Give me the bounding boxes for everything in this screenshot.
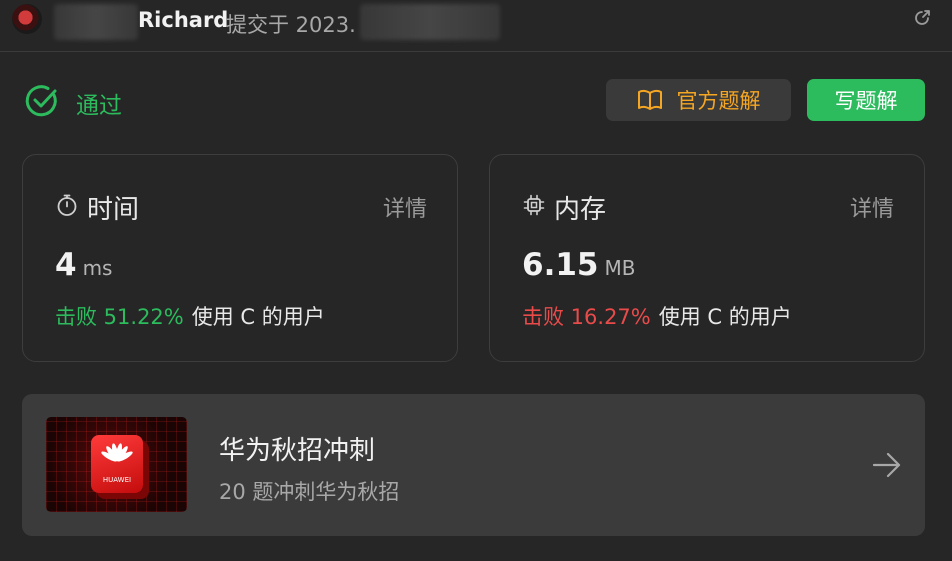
avatar[interactable] (12, 4, 42, 34)
memory-detail-link[interactable]: 详情 (850, 191, 894, 223)
write-solution-label: 写题解 (834, 89, 898, 113)
arrow-right-icon[interactable] (872, 452, 902, 478)
runtime-unit: ms (82, 256, 113, 280)
official-solution-button[interactable]: 官方题解 (606, 79, 791, 121)
promo-image: HUAWEI (46, 417, 187, 512)
huawei-logo-text: HUAWEI (102, 476, 132, 484)
promo-subtitle: 20 题冲刺华为秋招 (219, 480, 400, 504)
submission-header: Richard 提交于 2023. (0, 0, 952, 52)
runtime-detail-link[interactable]: 详情 (383, 191, 427, 223)
memory-card: 内存 详情 6.15 MB 击败 16.27% 使用 C 的用户 (489, 154, 925, 362)
redacted-name (54, 4, 138, 40)
promo-banner[interactable]: HUAWEI 华为秋招冲刺 20 题冲刺华为秋招 (22, 394, 925, 536)
runtime-value: 4 (55, 247, 77, 283)
memory-beat-suffix: 使用 C 的用户 (658, 305, 792, 329)
write-solution-button[interactable]: 写题解 (807, 79, 925, 121)
runtime-value-row: 4 ms (55, 247, 112, 283)
username[interactable]: Richard (138, 8, 228, 32)
promo-title: 华为秋招冲刺 (219, 436, 376, 466)
book-open-icon (637, 89, 662, 110)
memory-unit: MB (604, 256, 636, 280)
memory-value-row: 6.15 MB (522, 247, 635, 283)
check-circle-icon (25, 85, 57, 117)
redacted-timestamp (360, 4, 500, 40)
huawei-petal-icon (101, 443, 133, 462)
memory-value: 6.15 (522, 247, 599, 283)
memory-beat-percent: 击败 16.27% (522, 305, 651, 329)
runtime-card: 时间 详情 4 ms 击败 51.22% 使用 C 的用户 (22, 154, 458, 362)
submitted-time: 提交于 2023. (226, 13, 356, 37)
runtime-beat-row: 击败 51.22% 使用 C 的用户 (55, 301, 325, 331)
runtime-beat-suffix: 使用 C 的用户 (191, 305, 325, 329)
runtime-beat-percent: 击败 51.22% (55, 305, 184, 329)
submission-result-panel: Richard 提交于 2023. 通过 官方题解 写题解 时间 详情 4ms (0, 0, 952, 561)
memory-beat-row: 击败 16.27% 使用 C 的用户 (522, 301, 792, 331)
status-label: 通过 (76, 93, 122, 119)
runtime-title: 时间 (87, 195, 140, 225)
official-solution-label: 官方题解 (676, 89, 761, 113)
huawei-logo: HUAWEI (91, 435, 143, 493)
chip-icon (523, 194, 545, 216)
external-link-icon[interactable] (912, 8, 932, 28)
memory-title: 内存 (554, 195, 607, 225)
stopwatch-icon (57, 194, 77, 216)
